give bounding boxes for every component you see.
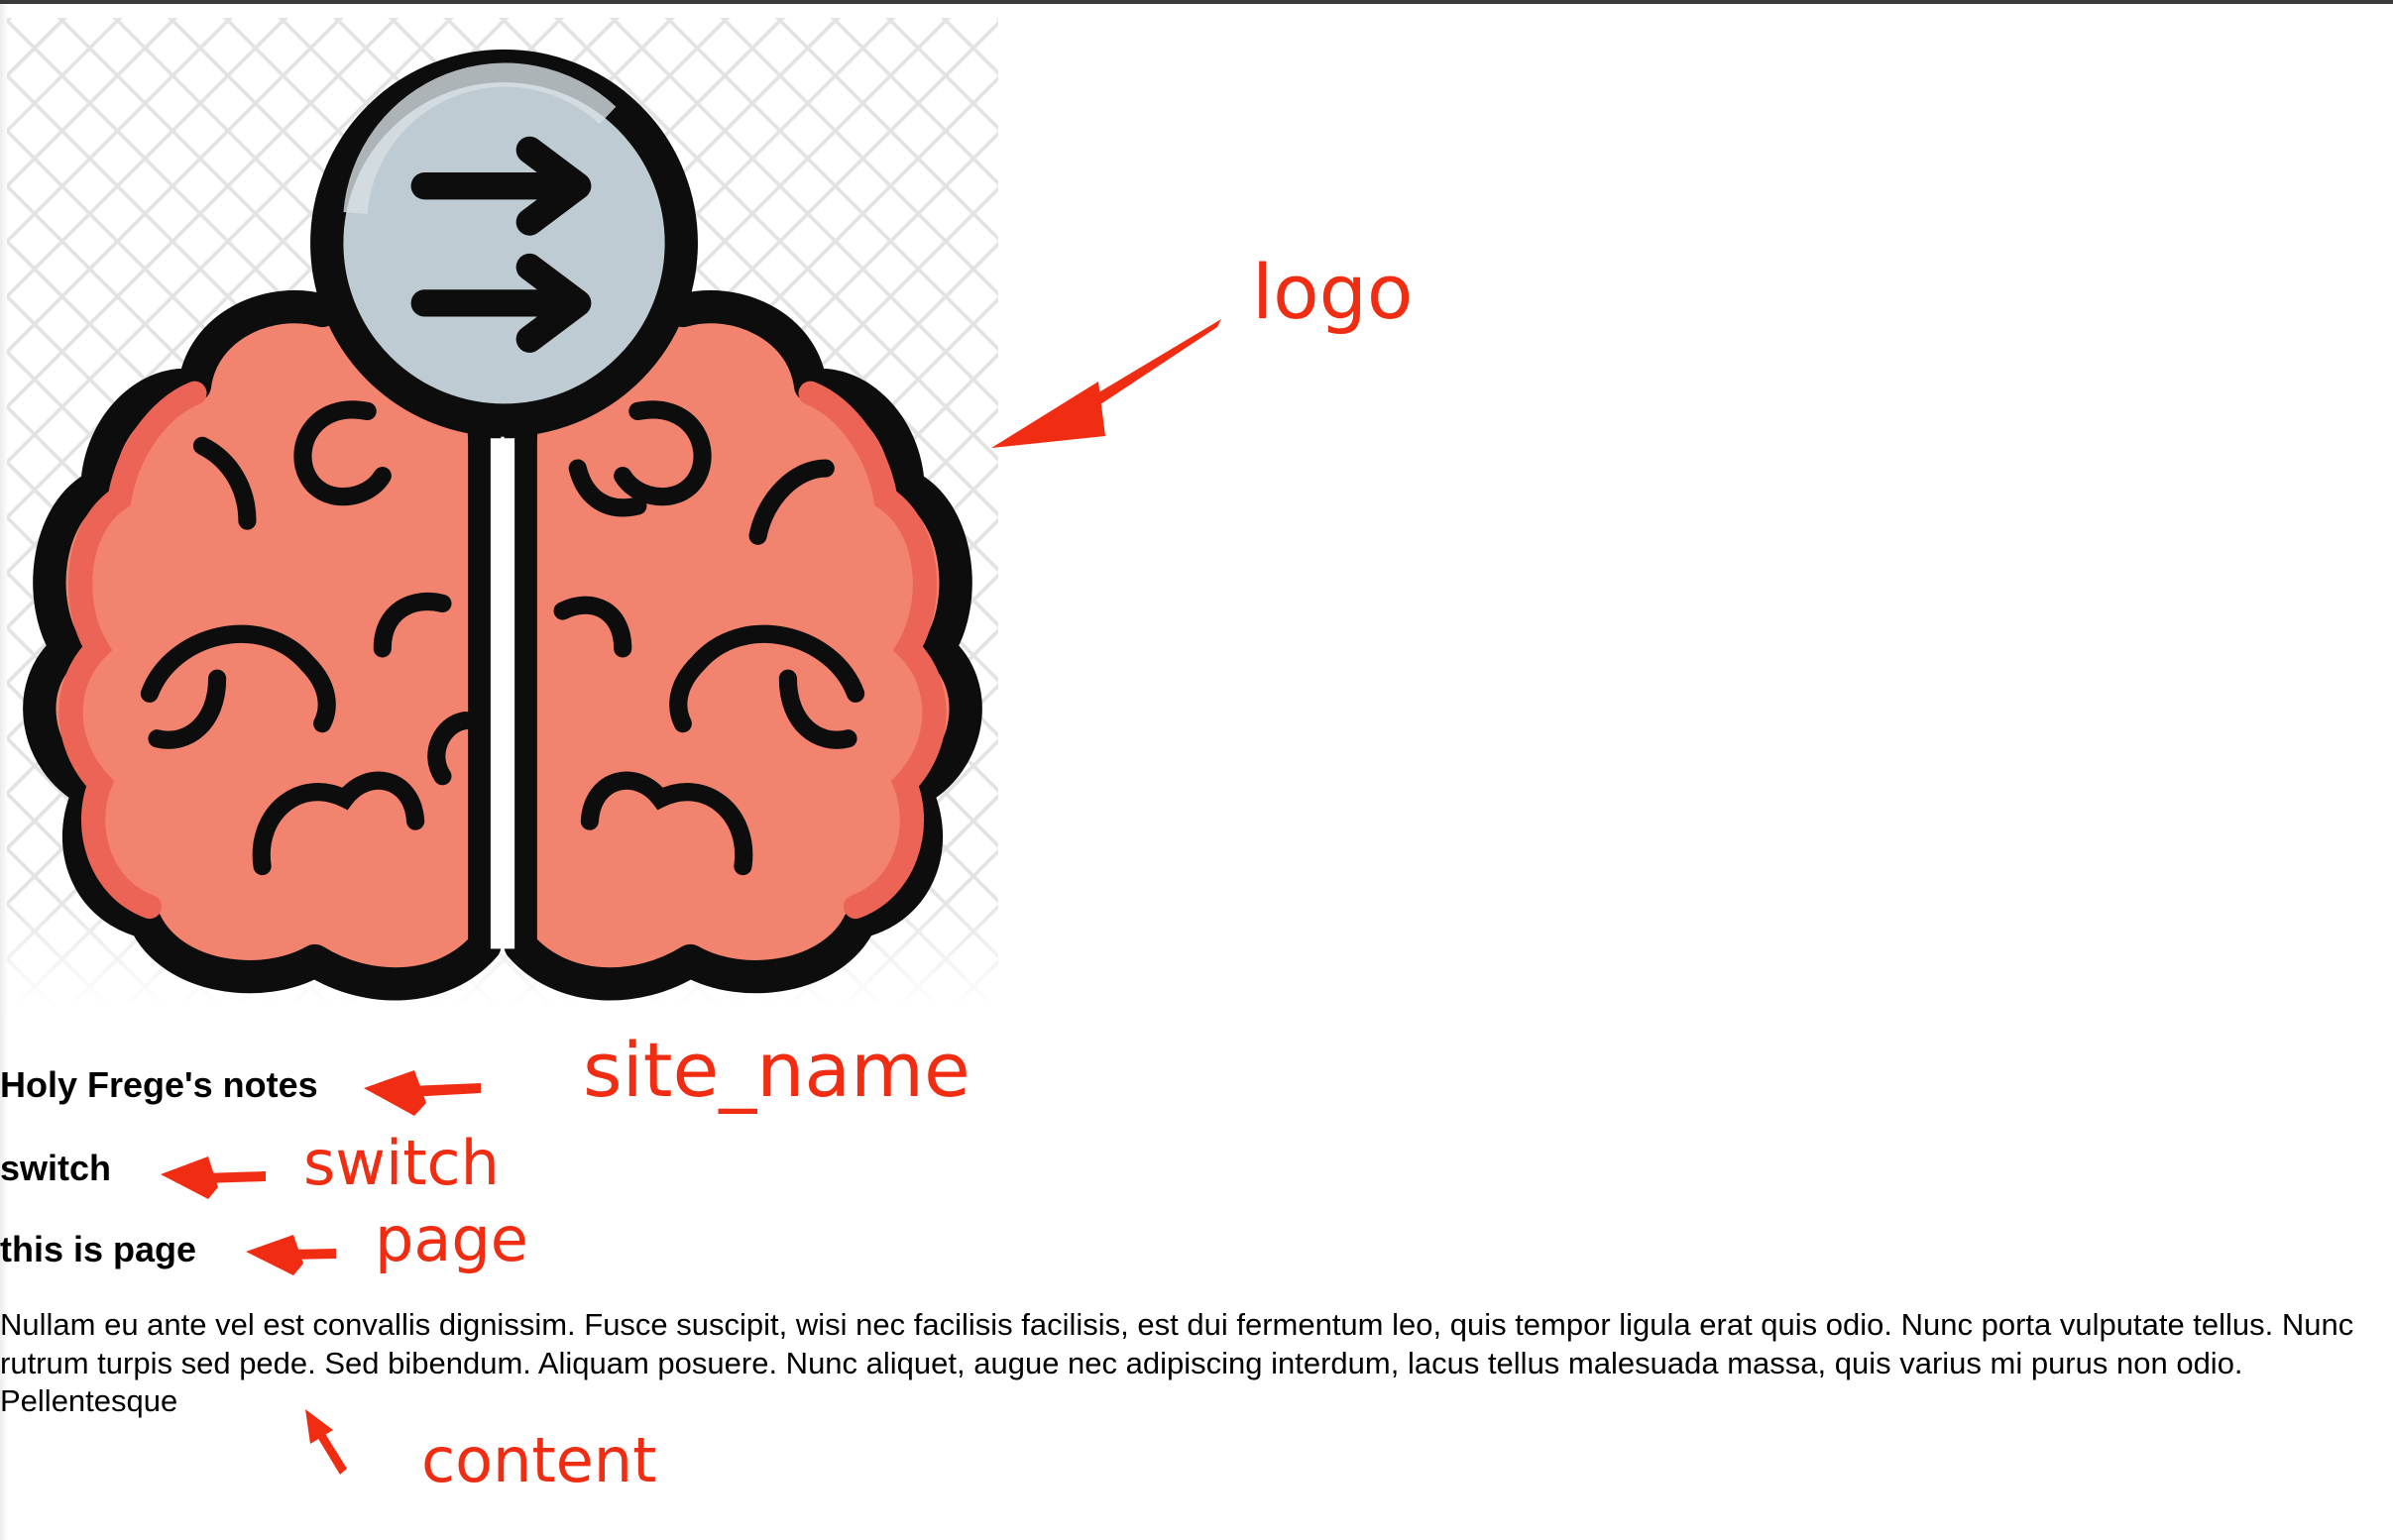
arrow-to-page-icon [246, 1235, 336, 1275]
brain-arrows-icon [7, 18, 998, 1009]
top-border [0, 0, 2393, 4]
annotation-page: page [375, 1203, 528, 1275]
annotation-logo: logo [1252, 248, 1414, 336]
annotation-site-name: site_name [583, 1026, 970, 1114]
arrow-to-logo-icon [991, 319, 1221, 448]
arrow-to-switch-icon [161, 1156, 266, 1199]
page-title: this is page [0, 1229, 197, 1269]
site-name[interactable]: Holy Frege's notes [0, 1061, 318, 1109]
logo[interactable] [0, 18, 1005, 1009]
arrow-to-site-name-icon [364, 1070, 481, 1116]
annotation-content: content [421, 1424, 657, 1496]
content-text: Nullam eu ante vel est convallis digniss… [0, 1307, 2354, 1418]
switch-link[interactable]: switch [0, 1145, 111, 1192]
annotation-switch: switch [303, 1127, 500, 1199]
